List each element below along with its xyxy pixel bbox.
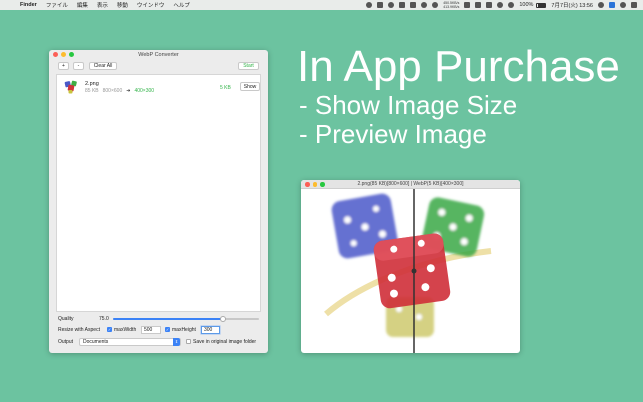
clock[interactable]: 7月7日(火) 13:56 <box>551 1 593 9</box>
resize-row: Resize with Aspect ✓ maxWidth 500 ✓ maxH… <box>49 325 268 335</box>
menu-file[interactable]: ファイル <box>46 1 68 9</box>
result-size: 5 KB <box>220 85 231 91</box>
siri-icon[interactable] <box>620 2 626 8</box>
quality-slider[interactable] <box>113 316 259 322</box>
status-box-icon[interactable] <box>399 2 406 8</box>
dice-preview-image <box>324 189 492 353</box>
preview-window-controls <box>305 182 325 187</box>
minimize-icon[interactable] <box>61 52 66 57</box>
add-file-button[interactable]: + <box>58 62 69 70</box>
network-download: 413.9KB/s <box>443 5 460 9</box>
file-row[interactable]: 2.png 85 KB 800×600 ➜ 400×300 5 KB Show <box>57 79 260 97</box>
file-name: 2.png <box>85 81 99 87</box>
quality-slider-knob[interactable] <box>219 316 226 322</box>
file-list[interactable]: 2.png 85 KB 800×600 ➜ 400×300 5 KB Show <box>56 74 261 312</box>
preview-close-icon[interactable] <box>305 182 310 187</box>
status-area: 450.5KB/s 413.9KB/s 100% 7月7日(火) 13:56 <box>361 0 637 10</box>
output-value: Documents <box>83 338 109 345</box>
menu-go[interactable]: 移動 <box>117 1 128 9</box>
max-width-label: maxWidth <box>114 327 137 333</box>
zoom-icon[interactable] <box>69 52 74 57</box>
status-drop-icon[interactable] <box>421 2 428 8</box>
chevron-updown-icon: ⇕ <box>173 338 180 346</box>
divider-handle-icon[interactable] <box>411 268 417 274</box>
clear-all-button[interactable]: Clear All <box>89 62 117 70</box>
promo-line-1: - Show Image Size <box>299 90 518 120</box>
save-original-checkbox[interactable] <box>186 339 191 344</box>
resize-label: Resize with Aspect <box>58 327 100 333</box>
output-row: Output Documents ⇕ Save in original imag… <box>49 337 268 347</box>
max-height-label: maxHeight <box>172 327 196 333</box>
spotlight-icon[interactable] <box>598 2 604 8</box>
menu-edit[interactable]: 編集 <box>77 1 88 9</box>
battery-icon[interactable] <box>536 2 547 8</box>
quality-value: 75.0 <box>99 316 109 322</box>
promo-title: In App Purchase <box>297 42 620 91</box>
save-original-label: Save in original image folder <box>193 339 257 345</box>
menu-app-name[interactable]: Finder <box>20 2 37 8</box>
quality-slider-fill <box>113 318 223 320</box>
output-label: Output <box>58 339 74 345</box>
start-button[interactable]: Start <box>238 62 259 70</box>
memory-graph-icon[interactable] <box>475 2 482 8</box>
converter-window: WebP Converter + - Clear All Start 2.png… <box>49 50 268 353</box>
window-title: WebP Converter <box>138 52 179 58</box>
remove-file-button[interactable]: - <box>73 62 84 70</box>
preview-minimize-icon[interactable] <box>312 182 317 187</box>
status-sync-icon[interactable] <box>366 2 373 8</box>
arrow-right-icon: ➜ <box>126 88 131 94</box>
original-dimensions: 800×600 <box>102 88 123 94</box>
preview-title: 2.png(85 KB)[800×600] | WebP(5 KB)[400×3… <box>357 181 464 187</box>
file-meta: 85 KB 800×600 ➜ 400×300 <box>85 88 154 94</box>
max-height-field[interactable]: 300 <box>201 325 220 334</box>
status-app-icon[interactable] <box>388 2 395 8</box>
window-controls <box>53 52 74 57</box>
status-circle-icon[interactable] <box>432 2 439 8</box>
dice-thumbnail-icon <box>64 80 77 94</box>
max-height-checkbox[interactable]: ✓ <box>165 327 170 332</box>
quality-row: Quality 75.0 <box>49 314 268 324</box>
converter-titlebar: WebP Converter <box>49 50 268 60</box>
menu-window[interactable]: ウインドウ <box>137 1 165 9</box>
max-width-checkbox[interactable]: ✓ <box>107 327 112 332</box>
battery-percent: 100% <box>519 2 534 8</box>
promo-line-2: - Preview Image <box>299 119 487 149</box>
quality-label: Quality <box>58 316 74 322</box>
wifi-icon[interactable] <box>508 2 515 8</box>
menu-view[interactable]: 表示 <box>97 1 108 9</box>
menu-bar: Finder ファイル 編集 表示 移動 ウインドウ ヘルプ 450.5KB/s… <box>0 0 643 10</box>
preview-zoom-icon[interactable] <box>320 182 325 187</box>
output-select[interactable]: Documents ⇕ <box>79 337 181 346</box>
show-button[interactable]: Show <box>240 82 260 91</box>
original-size: 85 KB <box>85 88 99 94</box>
new-dimensions: 400×300 <box>134 88 155 94</box>
network-stats[interactable]: 450.5KB/s 413.9KB/s <box>443 1 459 9</box>
dropbox-icon[interactable] <box>377 2 384 8</box>
preview-window: 2.png(85 KB)[800×600] | WebP(5 KB)[400×3… <box>301 180 520 353</box>
converter-toolbar: + - Clear All Start <box>49 60 268 72</box>
time-machine-icon[interactable] <box>497 2 504 8</box>
max-width-field[interactable]: 500 <box>141 325 161 334</box>
input-source-icon[interactable] <box>609 2 615 8</box>
preview-titlebar: 2.png(85 KB)[800×600] | WebP(5 KB)[400×3… <box>301 180 520 189</box>
close-icon[interactable] <box>53 52 58 57</box>
menu-help[interactable]: ヘルプ <box>173 1 190 9</box>
warning-icon[interactable] <box>486 2 493 8</box>
notification-center-icon[interactable] <box>631 2 637 8</box>
cpu-graph-icon[interactable] <box>464 2 471 8</box>
cloud-icon[interactable] <box>410 2 417 8</box>
